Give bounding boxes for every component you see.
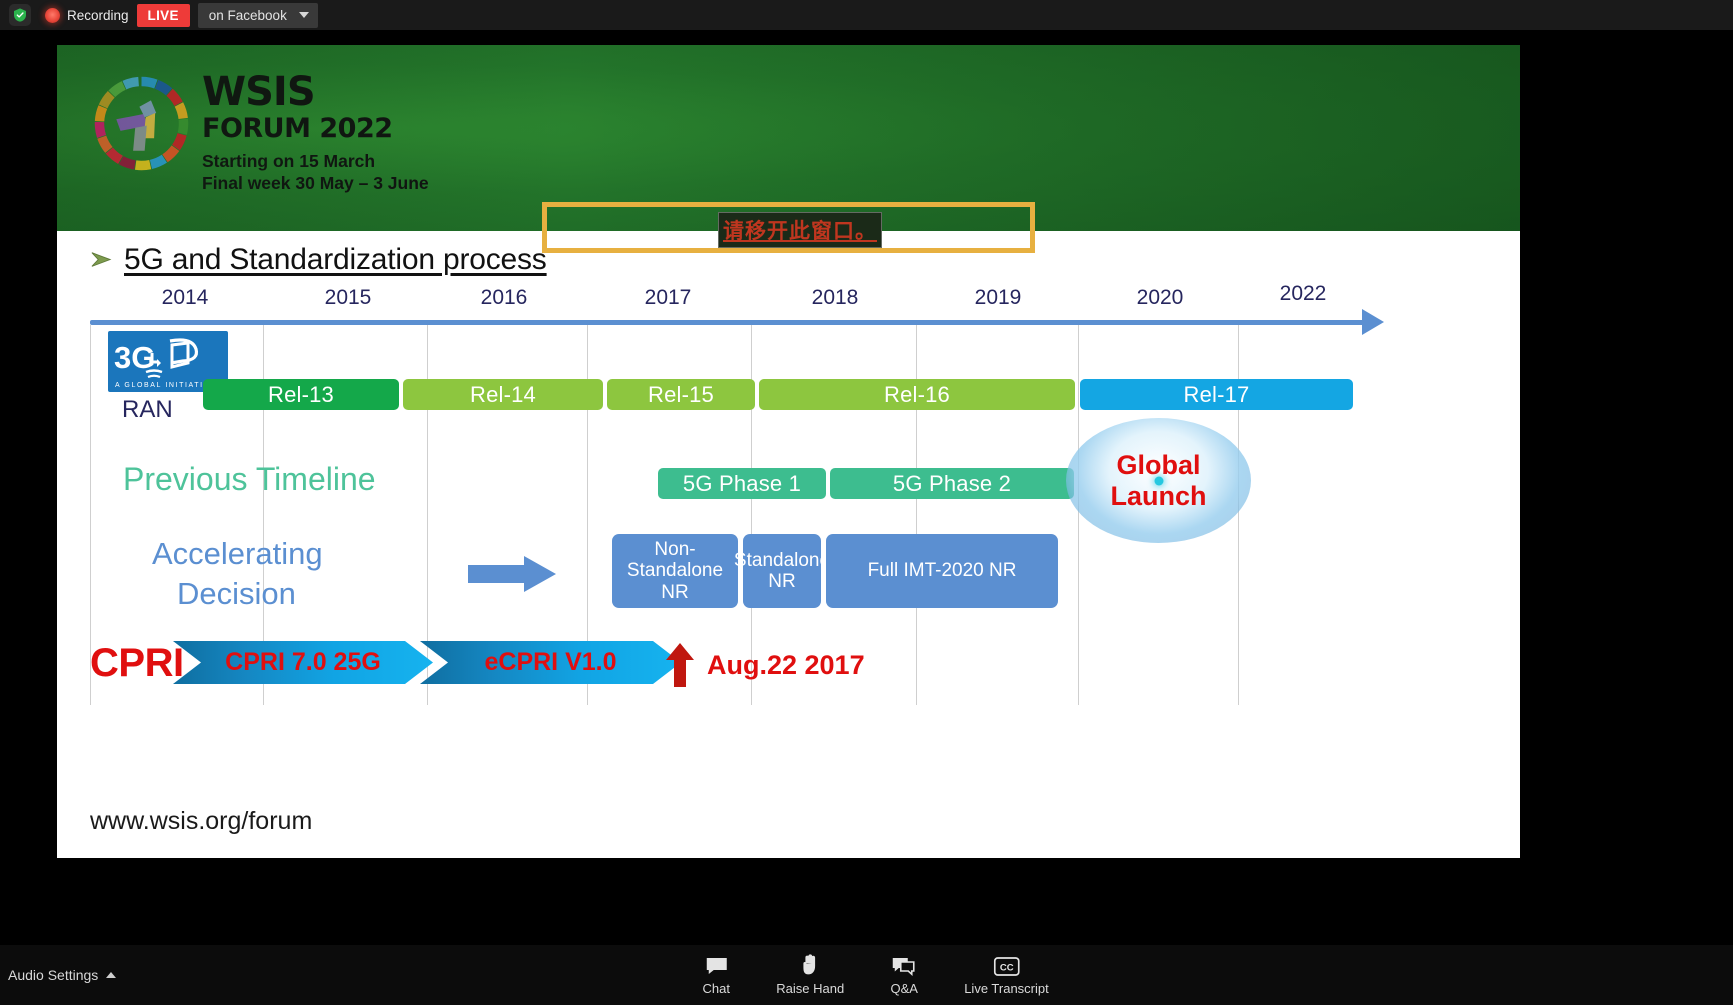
year-label-2022: 2022 (1279, 282, 1327, 305)
closed-caption-icon: CC (993, 954, 1020, 976)
chat-button[interactable]: Chat (684, 954, 748, 996)
live-transcript-button[interactable]: CC Live Transcript (964, 954, 1049, 996)
raise-hand-label: Raise Hand (776, 981, 845, 996)
annotation-aug-22-2017: Aug.22 2017 (707, 650, 865, 680)
row-label-cpri: CPRI (90, 641, 184, 685)
recording-label: Recording (67, 7, 129, 23)
live-platform-label: on Facebook (208, 7, 287, 23)
year-label-2016: 2016 (480, 286, 528, 309)
global-launch-line-2: Launch (1110, 480, 1207, 511)
slide-body: 5G and Standardization process 2014 2015… (57, 231, 1520, 858)
timeline-axis-arrowhead (1362, 309, 1384, 335)
live-badge: LIVE (136, 3, 190, 27)
chevron-ecpri-v10: eCPRI V1.0 (420, 641, 681, 684)
chevron-up-icon (106, 972, 117, 978)
raise-hand-icon (801, 954, 819, 976)
live-transcript-label: Live Transcript (964, 981, 1049, 996)
chat-label: Chat (702, 981, 730, 996)
year-label-2019: 2019 (974, 286, 1022, 309)
row-label-previous-timeline: Previous Timeline (123, 461, 376, 497)
timeline-axis (90, 320, 1367, 325)
recording-indicator[interactable]: Recording (45, 7, 129, 23)
move-window-notice: 请移开此窗口。 (718, 212, 882, 248)
row-label-accelerating: Accelerating (152, 536, 323, 571)
bar-rel-17: Rel-17 (1080, 379, 1353, 410)
meeting-toolbar: Audio Settings Chat Raise Hand Q&A CC Li… (0, 945, 1733, 1005)
qa-bubble-icon (892, 954, 916, 976)
wsis-sdg-wheel-logo (94, 76, 189, 171)
footer-url: www.wsis.org/forum (90, 807, 313, 835)
arrow-bullet-icon (91, 252, 112, 267)
year-label-2018: 2018 (811, 286, 859, 309)
year-label-2020: 2020 (1136, 286, 1184, 309)
audio-settings-label: Audio Settings (8, 967, 99, 983)
svg-text:CC: CC (1000, 963, 1014, 974)
box-standalone-nr: Standalone NR (734, 534, 830, 608)
svg-text:A GLOBAL INITIATIVE: A GLOBAL INITIATIVE (115, 382, 216, 389)
milestone-global-launch: Global Launch (1066, 418, 1251, 543)
right-arrow-icon (468, 556, 556, 592)
bar-rel-14: Rel-14 (403, 379, 603, 410)
grid-line (1078, 325, 1079, 705)
bar-5g-phase-1: 5G Phase 1 (658, 468, 826, 499)
year-label-2017: 2017 (644, 286, 692, 309)
up-arrow-icon (666, 643, 694, 687)
bar-5g-phase-2: 5G Phase 2 (830, 468, 1074, 499)
bar-rel-15: Rel-15 (607, 379, 755, 410)
wsis-date-line-1: Starting on 15 March (202, 151, 376, 171)
recording-status-bar: Recording LIVE on Facebook (0, 0, 1733, 30)
page-title: 5G and Standardization process (124, 243, 547, 276)
wsis-date-line-2: Final week 30 May – 3 June (202, 172, 429, 193)
wsis-title: WSIS (202, 69, 316, 115)
move-window-notice-text: 请移开此窗口。 (723, 219, 877, 243)
row-label-ran: RAN (122, 396, 173, 423)
year-label-2014: 2014 (161, 286, 209, 309)
shield-check-icon (9, 4, 31, 26)
bar-rel-16: Rel-16 (759, 379, 1075, 410)
qa-button[interactable]: Q&A (872, 954, 936, 996)
timeline-chart: 2014 2015 2016 2017 2018 2019 2020 2022 (90, 282, 1420, 756)
audio-settings-button[interactable]: Audio Settings (8, 967, 117, 983)
box-full-imt-2020-nr: Full IMT-2020 NR (826, 534, 1058, 608)
year-label-2015: 2015 (324, 286, 372, 309)
toolbar-buttons: Chat Raise Hand Q&A CC Live Transcript (684, 954, 1049, 996)
shared-screen-slide[interactable]: WSIS FORUM 2022 Starting on 15 March Fin… (57, 45, 1520, 858)
chat-bubble-icon (704, 954, 728, 976)
qa-label: Q&A (890, 981, 918, 996)
row-label-decision: Decision (177, 576, 296, 611)
live-platform-dropdown[interactable]: on Facebook (197, 2, 318, 28)
recording-dot-icon (45, 7, 60, 23)
chevron-down-icon (298, 12, 309, 18)
globe-center-dot-icon (1154, 476, 1163, 485)
wsis-subtitle: FORUM 2022 (202, 113, 393, 144)
svg-text:3G: 3G (114, 340, 155, 375)
chevron-cpri-70-25g: CPRI 7.0 25G (173, 641, 433, 684)
bar-rel-13: Rel-13 (203, 379, 399, 410)
slide-title-row: 5G and Standardization process (90, 243, 547, 277)
raise-hand-button[interactable]: Raise Hand (776, 954, 844, 996)
box-non-standalone-nr: Non-Standalone NR (612, 534, 738, 608)
